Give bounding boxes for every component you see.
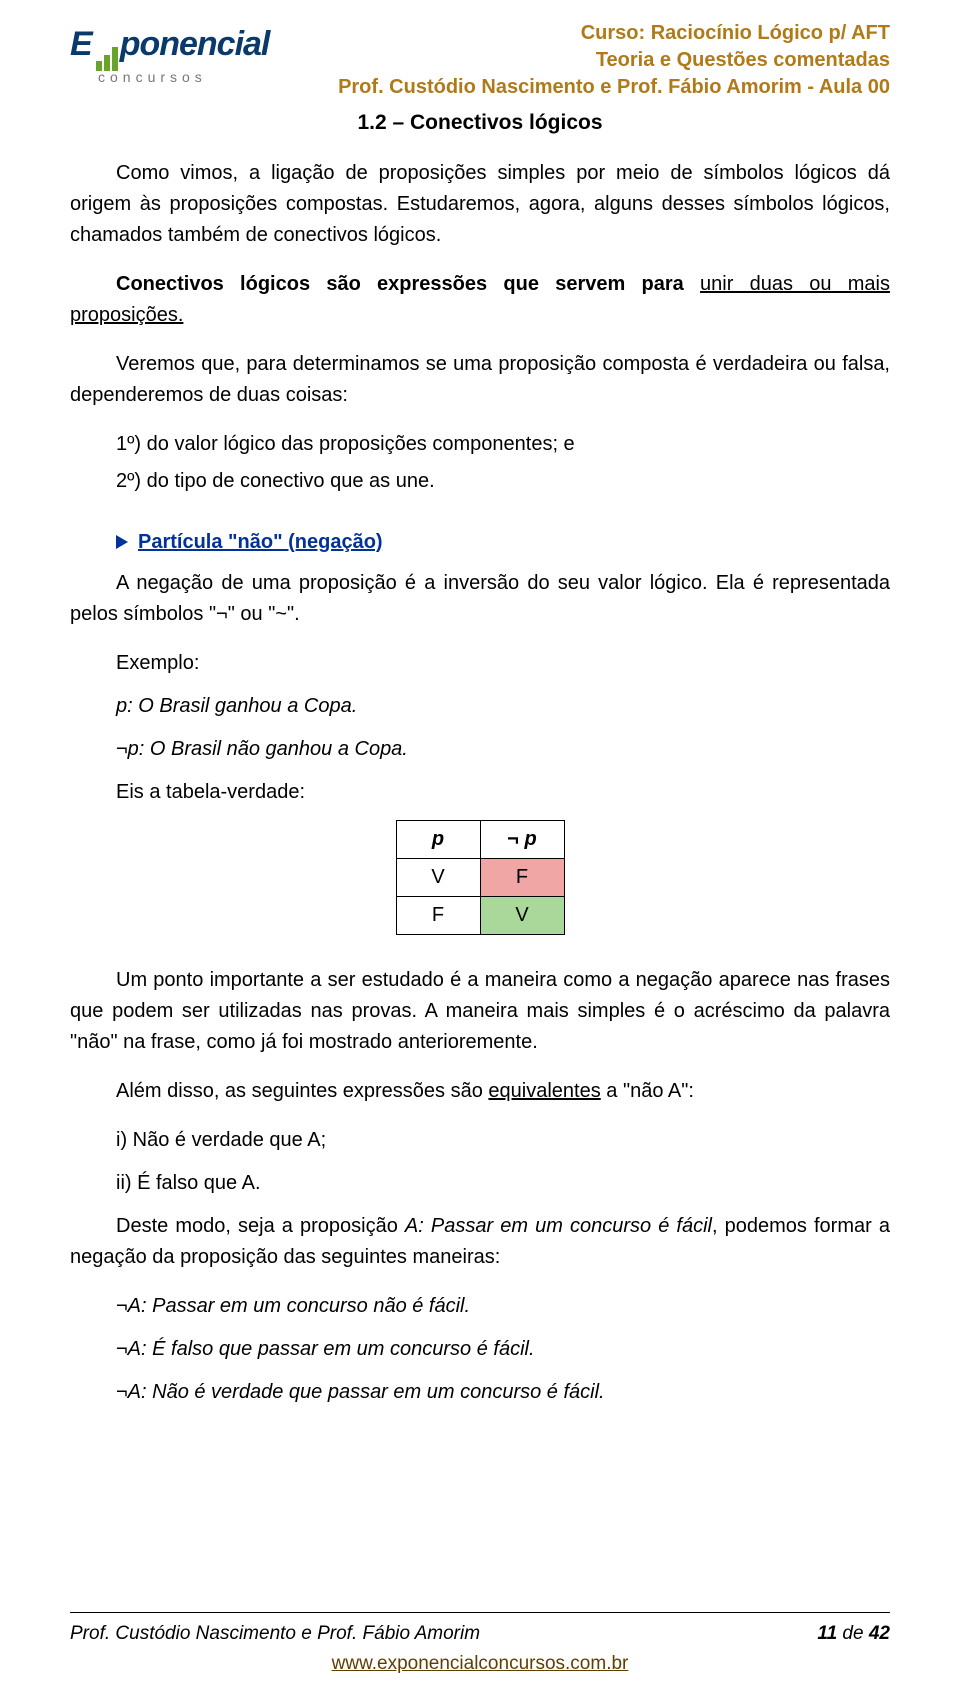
- logo-subtitle: concursos: [98, 67, 207, 89]
- tv-r1c1: V: [396, 858, 480, 896]
- negation-1: ¬A: Passar em um concurso não é fácil.: [116, 1291, 890, 1322]
- equiv-1: i) Não é verdade que A;: [116, 1125, 890, 1156]
- footer-url: www.exponencialconcursos.com.br: [70, 1649, 890, 1678]
- paragraph-4: A negação de uma proposição é a inversão…: [70, 568, 890, 630]
- p7-italic: A: Passar em um concurso é fácil: [405, 1215, 712, 1237]
- list-item-1: 1º) do valor lógico das proposições comp…: [116, 429, 890, 460]
- example-not-p: ¬p: O Brasil não ganhou a Copa.: [116, 734, 890, 765]
- paragraph-3: Veremos que, para determinamos se uma pr…: [70, 349, 890, 411]
- footer-page-total: 42: [869, 1623, 890, 1644]
- logo: E ponencial concursos: [70, 18, 269, 88]
- section-title: 1.2 – Conectivos lógicos: [70, 107, 890, 140]
- paragraph-6: Além disso, as seguintes expressões são …: [70, 1076, 890, 1107]
- paragraph-2: Conectivos lógicos são expressões que se…: [70, 269, 890, 331]
- negation-2: ¬A: É falso que passar em um concurso é …: [116, 1334, 890, 1365]
- tv-r2c2: V: [480, 896, 564, 934]
- document-page: E ponencial concursos Curso: Raciocínio …: [0, 0, 960, 1408]
- triangle-icon: [116, 535, 128, 549]
- p2-bold: Conectivos lógicos são expressões que se…: [116, 273, 700, 295]
- footer-profs: Prof. Custódio Nascimento e Prof. Fábio …: [70, 1619, 480, 1648]
- example-label: Exemplo:: [116, 648, 890, 679]
- footer-page-of: de: [837, 1623, 869, 1644]
- bullet-text: Partícula "não" (negação): [138, 527, 383, 558]
- header-line-2: Teoria e Questões comentadas: [338, 47, 890, 74]
- truth-table-intro: Eis a tabela-verdade:: [116, 777, 890, 808]
- tv-header-p: p: [396, 820, 480, 858]
- list-item-2: 2º) do tipo de conectivo que as une.: [116, 466, 890, 497]
- tv-r2c1: F: [396, 896, 480, 934]
- p7-a: Deste modo, seja a proposição: [116, 1215, 405, 1237]
- header: E ponencial concursos Curso: Raciocínio …: [70, 18, 890, 101]
- paragraph-7: Deste modo, seja a proposição A: Passar …: [70, 1211, 890, 1273]
- tv-header-notp: ¬ p: [480, 820, 564, 858]
- negation-3: ¬A: Não é verdade que passar em um concu…: [116, 1377, 890, 1408]
- p6-b: a "não A":: [601, 1080, 694, 1102]
- logo-text-pre: E: [70, 18, 92, 71]
- p6-underline: equivalentes: [488, 1080, 600, 1102]
- truth-table: p ¬ p V F F V: [396, 820, 565, 935]
- header-line-1: Curso: Raciocínio Lógico p/ AFT: [338, 20, 890, 47]
- paragraph-1: Como vimos, a ligação de proposições sim…: [70, 158, 890, 251]
- bullet-heading: Partícula "não" (negação): [116, 527, 890, 558]
- page-footer: Prof. Custódio Nascimento e Prof. Fábio …: [70, 1612, 890, 1678]
- paragraph-5: Um ponto importante a ser estudado é a m…: [70, 965, 890, 1058]
- p6-a: Além disso, as seguintes expressões são: [116, 1080, 488, 1102]
- header-line-3: Prof. Custódio Nascimento e Prof. Fábio …: [338, 74, 890, 101]
- example-p: p: O Brasil ganhou a Copa.: [116, 691, 890, 722]
- tv-r1c2: F: [480, 858, 564, 896]
- logo-text-post: ponencial: [120, 18, 270, 71]
- header-course-info: Curso: Raciocínio Lógico p/ AFT Teoria e…: [338, 18, 890, 101]
- equiv-2: ii) É falso que A.: [116, 1168, 890, 1199]
- footer-page-current: 11: [817, 1623, 837, 1644]
- footer-pagenum: 11 de 42: [817, 1619, 890, 1648]
